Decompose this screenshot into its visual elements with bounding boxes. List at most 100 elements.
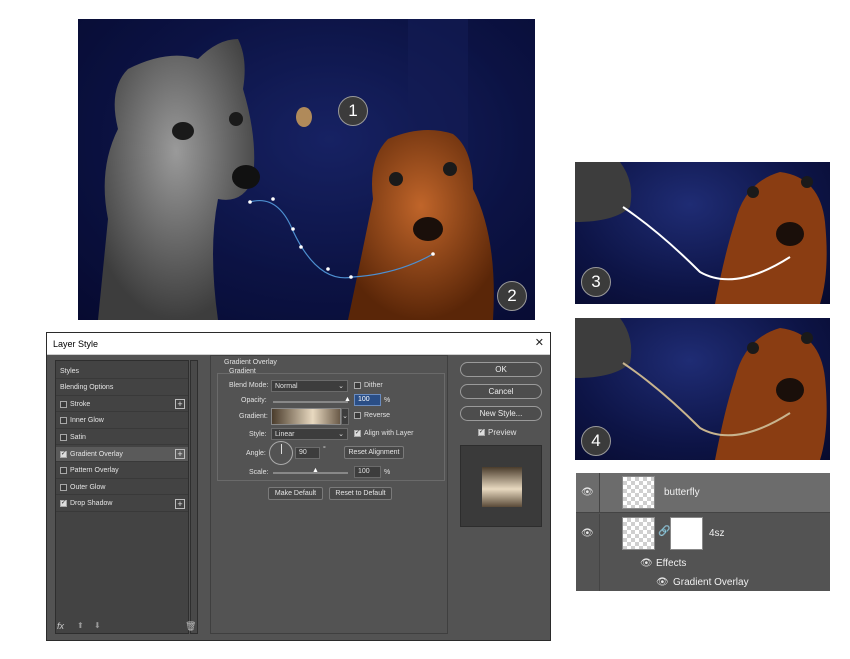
style-checkbox[interactable] (60, 433, 67, 441)
styles-scrollbar[interactable] (190, 360, 198, 634)
scale-slider-thumb[interactable]: ▲ (312, 467, 319, 474)
align-checkbox[interactable]: ✓ (354, 430, 361, 437)
cancel-button[interactable]: Cancel (460, 384, 542, 399)
preview-option[interactable]: ✓ Preview (478, 428, 516, 437)
step4-artwork (575, 318, 827, 460)
blend-mode-select[interactable]: Normal ⌄ (271, 380, 348, 392)
blend-mode-label: Blend Mode: (229, 382, 269, 389)
style-item-styles[interactable]: Styles (56, 364, 188, 379)
gradient-chevron-down-icon[interactable]: ⌄ (341, 408, 349, 425)
scale-unit: % (384, 469, 391, 476)
section-title: Gradient Overlay (224, 359, 277, 366)
opacity-slider-track[interactable] (273, 401, 348, 403)
step4-image: 4 (575, 318, 830, 460)
opacity-label: Opacity: (241, 397, 267, 404)
style-item-label: Drop Shadow (70, 500, 113, 508)
preview-swatch (482, 467, 522, 507)
scale-input[interactable]: 100 (354, 466, 381, 478)
eye-icon[interactable]: 👁 (656, 577, 669, 588)
move-down-icon[interactable]: ⬇ (94, 621, 101, 630)
add-style-icon[interactable]: + (175, 449, 185, 459)
style-checkbox[interactable] (60, 467, 67, 475)
gradient-overlay-row[interactable]: 👁 Gradient Overlay (576, 577, 830, 591)
reverse-label: Reverse (364, 412, 391, 419)
style-item-blending-options[interactable]: Blending Options (56, 381, 188, 396)
chevron-down-icon: ⌄ (338, 383, 344, 390)
make-default-button[interactable]: Make Default (268, 487, 323, 500)
style-select[interactable]: Linear ⌄ (271, 428, 348, 440)
style-checkbox[interactable]: ✓ (60, 500, 67, 508)
style-item-outer-glow[interactable]: Outer Glow (56, 480, 188, 496)
layer-thumbnail (622, 517, 655, 550)
layer-mask-thumbnail[interactable] (670, 517, 703, 550)
style-item-label: Pattern Overlay (70, 467, 119, 475)
angle-dial[interactable] (269, 441, 293, 465)
reset-alignment-button[interactable]: Reset Alignment (344, 446, 404, 459)
new-style-button[interactable]: New Style... (460, 406, 542, 421)
styles-list: Styles Blending Options Stroke + Inner Glow S… (55, 360, 189, 634)
style-checkbox[interactable] (60, 417, 67, 425)
scale-slider-track[interactable] (273, 472, 348, 474)
layer-style-dialog: Layer Style ✕ Styles Blending Options Stro… (46, 332, 551, 641)
reverse-checkbox[interactable] (354, 412, 361, 419)
dither-label: Dither (364, 382, 383, 389)
style-item-label: Outer Glow (70, 483, 106, 491)
main-photo-artwork (78, 19, 535, 320)
style-item-inner-glow[interactable]: Inner Glow (56, 414, 188, 429)
angle-dial-needle (281, 444, 282, 454)
move-up-icon[interactable]: ⬆ (77, 621, 84, 630)
close-icon[interactable]: ✕ (535, 336, 544, 349)
opacity-slider-thumb[interactable]: ▲ (344, 396, 351, 403)
style-item-gradient-overlay[interactable]: ✓ Gradient Overlay + (56, 447, 188, 462)
layer-row-butterfly[interactable]: 👁 butterfly (576, 473, 830, 513)
gradient-swatch[interactable] (271, 408, 341, 425)
effects-row[interactable]: 👁 Effects (576, 558, 830, 572)
layers-panel: 👁 butterfly 👁 🔗 4sz 👁 Effects 👁 Gradient… (576, 473, 830, 591)
effects-label: Effects (656, 558, 687, 569)
eye-icon[interactable]: 👁 (640, 558, 653, 569)
style-item-label: Stroke (70, 400, 91, 408)
eye-icon[interactable]: 👁 (581, 487, 594, 498)
dither-checkbox[interactable] (354, 382, 361, 389)
step-badge-1: 1 (338, 96, 368, 126)
add-style-icon[interactable]: + (175, 498, 185, 509)
chevron-down-icon: ⌄ (338, 431, 344, 438)
main-photo: 1 2 (78, 19, 535, 320)
style-checkbox[interactable]: ✓ (60, 450, 67, 458)
divider (599, 473, 600, 513)
gradient-overlay-label: Gradient Overlay (673, 577, 749, 588)
reverse-option[interactable]: Reverse (354, 412, 390, 419)
dither-option[interactable]: Dither (354, 382, 383, 389)
style-value: Linear (275, 431, 295, 438)
add-style-icon[interactable]: + (175, 399, 185, 410)
layer-thumbnail (622, 476, 655, 509)
fx-icon[interactable]: fx (57, 621, 64, 631)
style-item-pattern-overlay[interactable]: Pattern Overlay (56, 464, 188, 479)
link-icon[interactable]: 🔗 (658, 526, 670, 537)
preview-label: Preview (488, 428, 517, 437)
step3-artwork (575, 162, 827, 304)
preview-checkbox[interactable]: ✓ (478, 429, 485, 436)
step-badge-2: 2 (497, 281, 527, 311)
angle-label: Angle: (246, 450, 266, 457)
align-option[interactable]: ✓ Align with Layer (354, 430, 413, 437)
trash-icon[interactable]: 🗑 (185, 621, 196, 632)
style-item-drop-shadow[interactable]: ✓ Drop Shadow + (56, 497, 188, 512)
layer-name: butterfly (664, 487, 700, 498)
opacity-input[interactable]: 100 (354, 394, 381, 406)
align-label: Align with Layer (364, 430, 414, 437)
style-item-label: Inner Glow (70, 417, 104, 425)
style-item-label: Satin (70, 433, 86, 441)
style-item-label: Gradient Overlay (70, 450, 123, 458)
style-item-satin[interactable]: Satin (56, 430, 188, 446)
style-item-stroke[interactable]: Stroke + (56, 397, 188, 413)
layer-row-4sz[interactable]: 👁 🔗 4sz (576, 514, 830, 591)
style-checkbox[interactable] (60, 400, 67, 408)
gradient-label: Gradient: (239, 413, 268, 420)
reset-to-default-button[interactable]: Reset to Default (329, 487, 392, 500)
style-checkbox[interactable] (60, 483, 67, 491)
ok-button[interactable]: OK (460, 362, 542, 377)
eye-icon[interactable]: 👁 (581, 528, 594, 539)
angle-input[interactable]: 90 (295, 447, 320, 459)
style-item-label: Styles (60, 367, 80, 375)
